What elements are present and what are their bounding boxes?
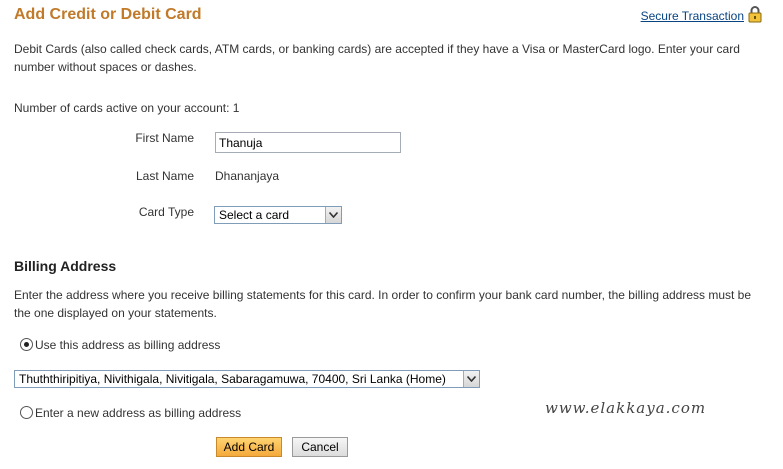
card-type-selected: Select a card [219, 208, 290, 222]
card-type-label: Card Type [138, 205, 194, 219]
first-name-label: First Name [135, 131, 194, 145]
billing-address-heading: Billing Address [14, 258, 117, 274]
add-card-button[interactable]: Add Card [216, 437, 282, 457]
last-name-value: Dhananjaya [215, 169, 280, 183]
billing-description: Enter the address where you receive bill… [14, 288, 752, 320]
chevron-down-icon[interactable] [325, 207, 341, 223]
secure-transaction-link[interactable]: Secure Transaction [641, 9, 744, 23]
use-address-radio[interactable] [20, 338, 33, 351]
first-name-field[interactable] [215, 132, 401, 153]
billing-address-select[interactable]: Thuththiripitiya, Nivithigala, Nivitigal… [14, 370, 480, 388]
lock-icon [748, 6, 762, 23]
chevron-down-icon[interactable] [463, 371, 479, 387]
last-name-label: Last Name [135, 169, 194, 183]
active-cards-count: Number of cards active on your account: … [14, 101, 240, 115]
billing-address-selected: Thuththiripitiya, Nivithigala, Nivitigal… [19, 372, 446, 386]
watermark-text: www.elakkaya.com [545, 399, 707, 417]
use-address-label[interactable]: Use this address as billing address [35, 338, 220, 352]
new-address-label[interactable]: Enter a new address as billing address [35, 406, 241, 420]
cancel-button[interactable]: Cancel [292, 437, 348, 457]
card-type-select[interactable]: Select a card [214, 206, 342, 224]
intro-text: Debit Cards (also called check cards, AT… [14, 42, 740, 74]
new-address-radio[interactable] [20, 406, 33, 419]
radio-selected-dot [24, 342, 29, 347]
page-title: Add Credit or Debit Card [14, 6, 202, 23]
